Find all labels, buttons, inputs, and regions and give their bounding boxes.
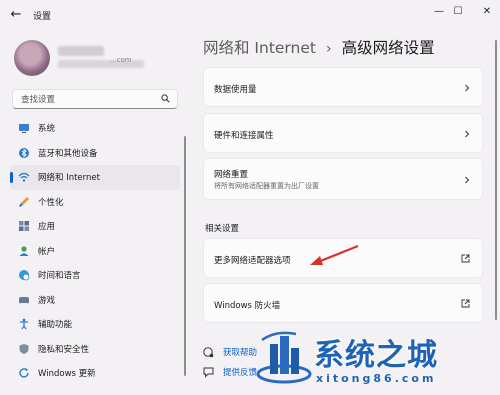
sidebar-item-privacy[interactable]: 隐私和安全性	[10, 337, 180, 362]
avatar[interactable]	[14, 40, 50, 76]
sidebar-item-label: 个性化	[38, 197, 64, 208]
globe-clock-icon	[19, 270, 30, 281]
search-icon[interactable]	[161, 94, 170, 103]
chevron-right-icon	[465, 176, 470, 184]
sidebar-item-label: 隐私和安全性	[38, 344, 90, 355]
annotation-arrow	[310, 244, 359, 265]
content-scrollbar[interactable]	[495, 40, 497, 320]
breadcrumb-parent[interactable]: 网络和 Internet	[203, 39, 316, 57]
sidebar-item-bluetooth[interactable]: 蓝牙和其他设备	[10, 141, 180, 166]
search-box[interactable]	[12, 89, 178, 109]
update-icon	[19, 368, 29, 378]
hardware-properties-card[interactable]: 硬件和连接属性	[203, 113, 483, 153]
sidebar-item-label: 时间和语言	[38, 271, 81, 281]
windows-firewall-card[interactable]: Windows 防火墙	[203, 283, 483, 323]
person-icon	[19, 245, 29, 256]
sidebar-item-label: 游戏	[38, 295, 56, 306]
give-feedback-label: 提供反馈	[223, 368, 258, 378]
page-title: 高级网络设置	[341, 39, 435, 57]
sidebar-scrollbar[interactable]	[184, 136, 186, 376]
active-indicator	[10, 172, 13, 183]
maximize-button[interactable]: ☐	[443, 2, 473, 22]
gamepad-icon	[19, 296, 29, 303]
sidebar-item-apps[interactable]: 应用	[10, 214, 180, 239]
title-bar: ← 设置 — ☐ ✕	[0, 0, 500, 30]
sidebar-item-label: 网络和 Internet	[38, 173, 100, 183]
sidebar-item-label: 辅助功能	[38, 320, 73, 330]
watermark-logo-icon	[256, 331, 312, 384]
sidebar-item-label: Windows 更新	[38, 369, 96, 379]
shield-icon	[19, 343, 29, 354]
back-arrow-icon[interactable]: ←	[8, 7, 24, 23]
brush-icon	[19, 196, 29, 207]
app-title: 设置	[33, 12, 52, 22]
monitor-icon	[19, 124, 29, 133]
sidebar-item-label: 蓝牙和其他设备	[38, 148, 98, 159]
settings-window: ← 设置 — ☐ ✕ ...com 系统 蓝牙和其他设备	[0, 0, 500, 395]
feedback-icon	[203, 367, 214, 378]
sidebar-item-network[interactable]: 网络和 Internet	[10, 165, 180, 190]
sidebar-item-windows-update[interactable]: Windows 更新	[10, 361, 180, 386]
watermark-url: xitong86.com	[316, 372, 437, 385]
watermark: 系统之城 xitong86.com	[256, 328, 496, 392]
card-title: 数据使用量	[214, 85, 257, 95]
sidebar-item-accounts[interactable]: 帐户	[10, 239, 180, 264]
sidebar-item-label: 系统	[38, 124, 56, 134]
sidebar-item-accessibility[interactable]: 辅助功能	[10, 312, 180, 337]
sidebar-nav: 系统 蓝牙和其他设备 网络和 Internet 个性化 应用 帐户 时间和语言 …	[10, 116, 180, 386]
watermark-title: 系统之城	[314, 338, 438, 373]
external-link-icon	[461, 299, 470, 308]
breadcrumb: 网络和 Internet › 高级网络设置	[203, 36, 435, 58]
search-input[interactable]	[19, 92, 163, 108]
related-settings-heading: 相关设置	[205, 224, 240, 234]
card-title: 网络重置	[214, 170, 249, 180]
profile-email-tail: ...com	[110, 56, 132, 64]
help-icon	[203, 347, 214, 358]
accessibility-icon	[20, 318, 28, 330]
network-reset-card[interactable]: 网络重置 将所有网络适配器重置为出厂设置	[203, 158, 483, 200]
sidebar-item-gaming[interactable]: 游戏	[10, 288, 180, 313]
chevron-right-icon	[465, 84, 470, 92]
apps-icon	[19, 221, 29, 231]
sidebar-item-system[interactable]: 系统	[10, 116, 180, 141]
wifi-icon	[18, 172, 30, 182]
card-subtitle: 将所有网络适配器重置为出厂设置	[214, 182, 319, 190]
card-title: 更多网络适配器选项	[214, 256, 291, 266]
chevron-right-icon	[465, 130, 470, 138]
profile-name-blurred	[58, 46, 104, 56]
sidebar-item-label: 帐户	[38, 246, 56, 257]
close-button[interactable]: ✕	[472, 2, 500, 22]
data-usage-card[interactable]: 数据使用量	[203, 67, 483, 107]
external-link-icon	[461, 254, 470, 263]
card-title: Windows 防火墙	[214, 301, 281, 311]
sidebar-item-personalization[interactable]: 个性化	[10, 190, 180, 215]
breadcrumb-separator: ›	[325, 41, 332, 57]
sidebar-item-label: 应用	[38, 222, 56, 232]
card-title: 硬件和连接属性	[214, 131, 274, 141]
sidebar-item-time-language[interactable]: 时间和语言	[10, 263, 180, 288]
get-help-label: 获取帮助	[223, 348, 258, 358]
bluetooth-icon	[19, 147, 29, 158]
